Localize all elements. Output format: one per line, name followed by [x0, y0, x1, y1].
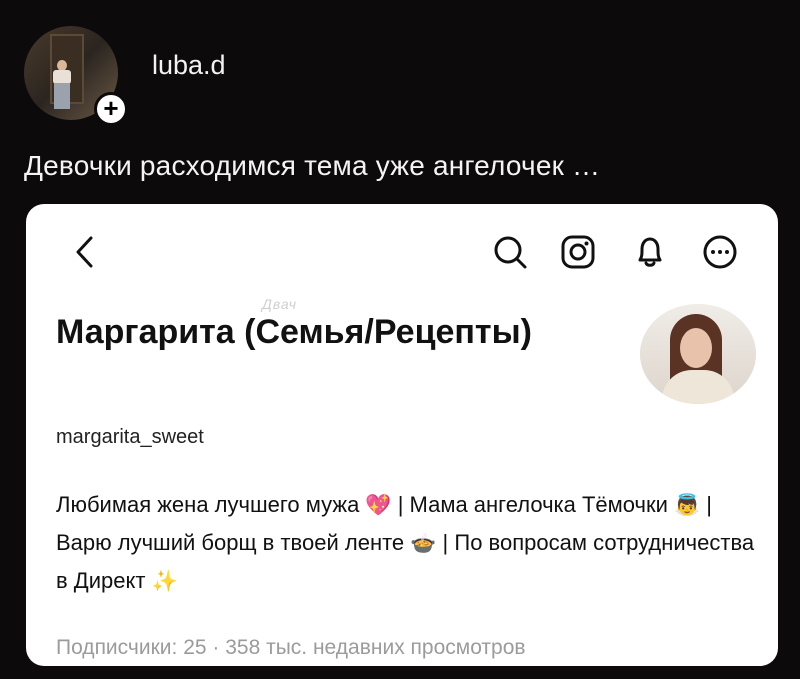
- profile-handle: margarita_sweet: [56, 426, 204, 448]
- more-icon[interactable]: [700, 232, 740, 272]
- angel-emoji-icon: 👼: [674, 494, 701, 517]
- back-icon[interactable]: [66, 232, 106, 272]
- profile-screenshot-card: Двач Маргарита (Семья/Рецепты) margarita…: [26, 204, 778, 666]
- post-header: + luba.d: [24, 26, 226, 126]
- bell-icon[interactable]: [630, 232, 670, 272]
- author-avatar-wrap[interactable]: +: [24, 26, 128, 126]
- search-icon[interactable]: [490, 232, 530, 272]
- post-username[interactable]: luba.d: [152, 50, 226, 81]
- sparkles-emoji-icon: ✨: [151, 570, 178, 593]
- profile-topbar: [26, 204, 778, 304]
- profile-name: Маргарита (Семья/Рецепты): [56, 313, 532, 351]
- post-caption: Девочки расходимся тема уже ангелочек …: [24, 150, 601, 181]
- bio-text-2: | Мама ангелочка Тёмочки: [391, 492, 675, 517]
- profile-stats: Подписчики: 25 · 358 тыс. недавних просм…: [56, 636, 526, 659]
- instagram-icon[interactable]: [558, 232, 598, 272]
- profile-picture[interactable]: [640, 304, 756, 404]
- heart-emoji-icon: 💖: [365, 494, 392, 517]
- soup-emoji-icon: 🍲: [410, 532, 437, 555]
- bio-text-1: Любимая жена лучшего мужа: [56, 492, 366, 517]
- profile-bio: Любимая жена лучшего мужа 💖 | Мама ангел…: [56, 486, 756, 600]
- plus-icon[interactable]: +: [94, 92, 128, 126]
